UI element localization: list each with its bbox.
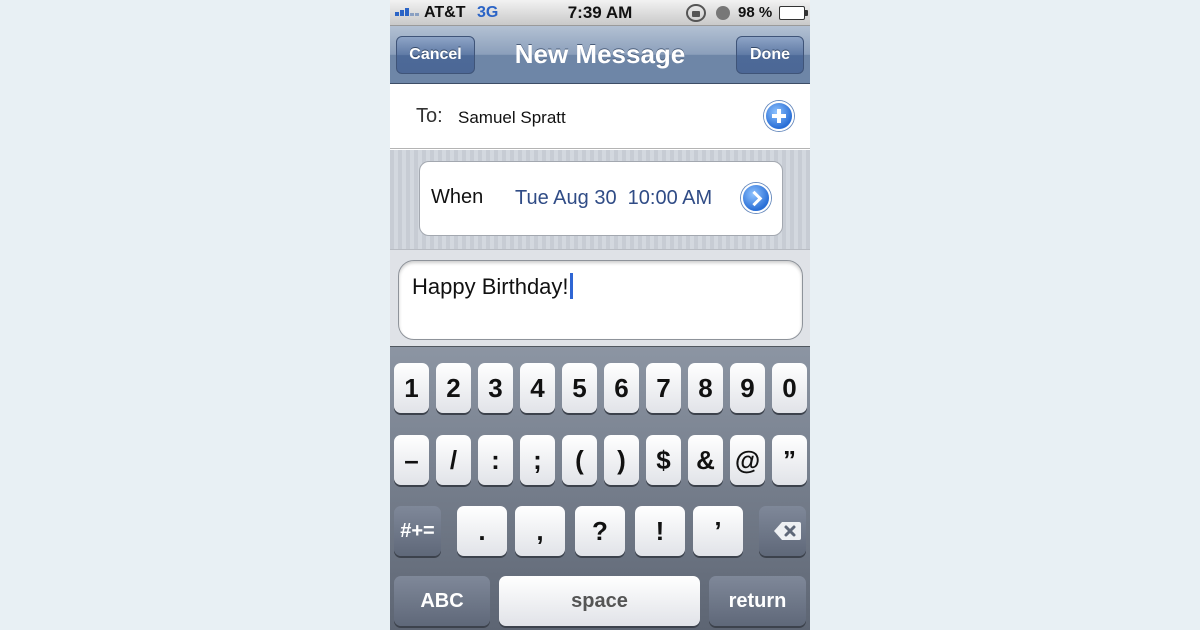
scheduled-datetime: Tue Aug 30 10:00 AM — [515, 187, 713, 209]
battery-icon — [779, 6, 808, 20]
key-8[interactable]: 8 — [688, 363, 723, 413]
key-dollar[interactable]: $ — [646, 435, 681, 485]
when-label: When — [431, 186, 484, 208]
keyboard: 1 2 3 4 5 6 7 8 9 0 – / : ; ( ) $ & @ ” … — [390, 346, 810, 630]
key-1[interactable]: 1 — [394, 363, 429, 413]
schedule-section: When Tue Aug 30 10:00 AM — [390, 150, 810, 249]
key-5[interactable]: 5 — [562, 363, 597, 413]
recipient-name[interactable]: Samuel Spratt — [458, 108, 566, 128]
text-cursor — [569, 273, 573, 299]
key-dash[interactable]: – — [394, 435, 429, 485]
key-semicolon[interactable]: ; — [520, 435, 555, 485]
key-colon[interactable]: : — [478, 435, 513, 485]
key-quote[interactable]: ” — [772, 435, 807, 485]
message-compose-area: Happy Birthday! — [390, 249, 810, 346]
key-period[interactable]: . — [457, 506, 507, 556]
recipient-field[interactable]: To: Samuel Spratt — [390, 84, 810, 149]
key-6[interactable]: 6 — [604, 363, 639, 413]
to-label: To: — [416, 105, 443, 127]
key-0[interactable]: 0 — [772, 363, 807, 413]
navigation-bar: Cancel New Message Done — [390, 26, 810, 84]
return-button[interactable]: return — [709, 576, 806, 626]
status-bar: AT&T 3G 7:39 AM 98 % — [390, 0, 810, 26]
key-slash[interactable]: / — [436, 435, 471, 485]
backspace-icon — [774, 522, 801, 540]
message-input[interactable]: Happy Birthday! — [398, 260, 803, 340]
battery-percent: 98 % — [738, 4, 773, 21]
space-bar[interactable]: space — [499, 576, 700, 626]
key-7[interactable]: 7 — [646, 363, 681, 413]
key-at[interactable]: @ — [730, 435, 765, 485]
message-text: Happy Birthday! — [412, 273, 573, 300]
add-contact-icon[interactable] — [764, 101, 794, 131]
key-exclamation[interactable]: ! — [635, 506, 685, 556]
key-open-paren[interactable]: ( — [562, 435, 597, 485]
key-4[interactable]: 4 — [520, 363, 555, 413]
alarm-icon — [716, 6, 730, 20]
message-text-content: Happy Birthday! — [412, 274, 569, 299]
abc-button[interactable]: ABC — [394, 576, 490, 626]
phone-screen: AT&T 3G 7:39 AM 98 % Cancel New Message … — [390, 0, 810, 630]
key-close-paren[interactable]: ) — [604, 435, 639, 485]
key-2[interactable]: 2 — [436, 363, 471, 413]
key-3[interactable]: 3 — [478, 363, 513, 413]
orientation-lock-icon — [686, 4, 706, 22]
key-more-symbols[interactable]: #+= — [394, 506, 441, 556]
done-button[interactable]: Done — [736, 36, 804, 74]
backspace-button[interactable] — [759, 506, 806, 556]
schedule-row[interactable]: When Tue Aug 30 10:00 AM — [419, 161, 783, 236]
key-apostrophe[interactable]: ’ — [693, 506, 743, 556]
key-question[interactable]: ? — [575, 506, 625, 556]
key-comma[interactable]: , — [515, 506, 565, 556]
key-ampersand[interactable]: & — [688, 435, 723, 485]
key-9[interactable]: 9 — [730, 363, 765, 413]
chevron-right-icon[interactable] — [741, 183, 771, 213]
